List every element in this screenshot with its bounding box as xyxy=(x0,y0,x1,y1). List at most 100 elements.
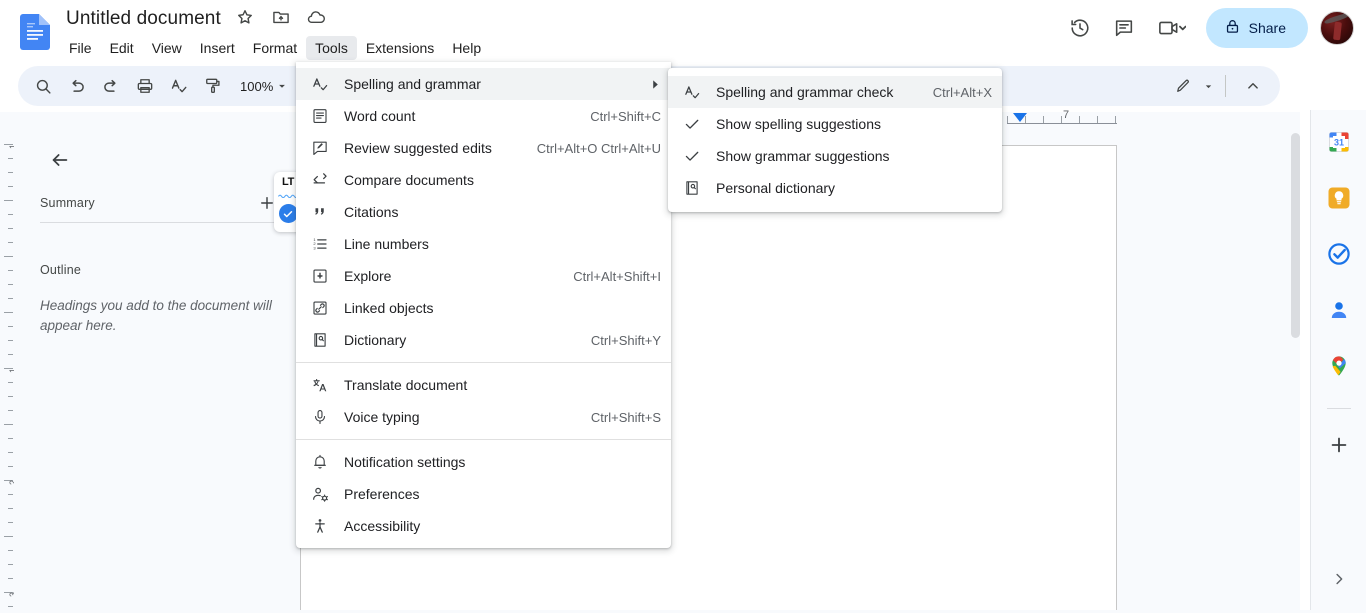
version-history-icon[interactable] xyxy=(1060,8,1100,48)
menu-tools[interactable]: Tools xyxy=(306,36,357,60)
collapse-toolbar-icon[interactable] xyxy=(1236,69,1270,103)
title-block: Untitled document xyxy=(62,6,337,32)
menu-item-label: Voice typing xyxy=(344,409,571,425)
zoom-value: 100% xyxy=(240,79,273,94)
account-avatar[interactable] xyxy=(1320,11,1354,45)
rail-divider xyxy=(1327,408,1351,409)
menu-item-linked-objects[interactable]: Linked objects xyxy=(296,292,671,324)
translate-icon xyxy=(308,373,332,397)
menu-separator xyxy=(296,362,671,363)
checkmark-icon xyxy=(680,144,704,168)
menu-item-preferences[interactable]: Preferences xyxy=(296,478,671,510)
menu-item-label: Citations xyxy=(344,204,661,220)
zoom-control[interactable]: 100% xyxy=(230,71,293,101)
menu-item-label: Word count xyxy=(344,108,570,124)
menu-item-label: Preferences xyxy=(344,486,661,502)
menu-item-notification-settings[interactable]: Notification settings xyxy=(296,446,671,478)
menu-edit[interactable]: Edit xyxy=(101,36,143,60)
google-tasks-icon[interactable] xyxy=(1319,234,1359,274)
menu-item-translate-document[interactable]: Translate document xyxy=(296,369,671,401)
toolbar-divider xyxy=(1225,75,1226,97)
submenu-item-shortcut: Ctrl+Alt+X xyxy=(933,85,992,100)
bell-icon xyxy=(308,450,332,474)
ruler-track xyxy=(1007,123,1117,124)
menu-item-label: Translate document xyxy=(344,377,661,393)
menu-view[interactable]: View xyxy=(143,36,191,60)
indent-marker-icon[interactable] xyxy=(1013,113,1027,122)
microphone-icon xyxy=(308,405,332,429)
menu-extensions[interactable]: Extensions xyxy=(357,36,443,60)
menu-item-accessibility[interactable]: Accessibility xyxy=(296,510,671,542)
menu-item-line-numbers[interactable]: 1 2 3 Line numbers xyxy=(296,228,671,260)
undo-icon[interactable] xyxy=(60,69,94,103)
spellcheck-icon xyxy=(308,72,332,96)
menu-item-review-suggested-edits[interactable]: Review suggested edits Ctrl+Alt+O Ctrl+A… xyxy=(296,132,671,164)
outline-label: Outline xyxy=(40,263,81,277)
add-on-plus-icon[interactable] xyxy=(1319,425,1359,465)
submenu-item-label: Personal dictionary xyxy=(716,180,992,196)
top-bar: Untitled document File Edit Vie xyxy=(0,0,1366,62)
submenu-item-spelling-and-grammar-check[interactable]: Spelling and grammar check Ctrl+Alt+X xyxy=(668,76,1002,108)
summary-divider xyxy=(40,222,280,223)
menu-item-dictionary[interactable]: Dictionary Ctrl+Shift+Y xyxy=(296,324,671,356)
spellcheck-icon xyxy=(680,80,704,104)
search-icon[interactable] xyxy=(26,69,60,103)
menu-item-label: Dictionary xyxy=(344,332,571,348)
menu-item-label: Linked objects xyxy=(344,300,661,316)
cloud-saved-icon[interactable] xyxy=(306,7,332,33)
vertical-scrollbar[interactable] xyxy=(1291,133,1300,338)
menu-help[interactable]: Help xyxy=(443,36,490,60)
submenu-item-label: Show grammar suggestions xyxy=(716,148,992,164)
menu-item-spelling-and-grammar[interactable]: Spelling and grammar xyxy=(296,68,671,100)
submenu-item-personal-dictionary[interactable]: Personal dictionary xyxy=(668,172,1002,204)
menu-item-explore[interactable]: Explore Ctrl+Alt+Shift+I xyxy=(296,260,671,292)
share-button[interactable]: Share xyxy=(1206,8,1308,48)
redo-icon[interactable] xyxy=(94,69,128,103)
menu-insert[interactable]: Insert xyxy=(191,36,244,60)
google-contacts-icon[interactable] xyxy=(1319,290,1359,330)
submenu-item-show-grammar-suggestions[interactable]: Show grammar suggestions xyxy=(668,140,1002,172)
vertical-ruler[interactable]: 1 1 2 3 xyxy=(0,130,14,613)
star-icon[interactable] xyxy=(235,7,261,33)
document-title[interactable]: Untitled document xyxy=(62,6,225,32)
menu-item-label: Compare documents xyxy=(344,172,661,188)
menu-item-shortcut: Ctrl+Alt+Shift+I xyxy=(573,269,661,284)
menu-item-label: Review suggested edits xyxy=(344,140,517,156)
chevron-down-icon xyxy=(275,79,289,93)
menu-item-citations[interactable]: Citations xyxy=(296,196,671,228)
word-count-icon xyxy=(308,104,332,128)
print-icon[interactable] xyxy=(128,69,162,103)
google-docs-logo-icon[interactable] xyxy=(20,14,50,50)
menu-file[interactable]: File xyxy=(60,36,101,60)
dictionary-icon xyxy=(680,176,704,200)
menu-format[interactable]: Format xyxy=(244,36,306,60)
google-maps-icon[interactable] xyxy=(1319,346,1359,386)
menu-item-label: Spelling and grammar xyxy=(344,76,636,92)
menu-item-compare-documents[interactable]: Compare documents xyxy=(296,164,671,196)
comment-history-icon[interactable] xyxy=(1104,8,1144,48)
spelling-submenu-popup: Spelling and grammar check Ctrl+Alt+X Sh… xyxy=(668,68,1002,212)
tools-menu-popup: Spelling and grammar Word count Ctrl+Shi… xyxy=(296,62,671,548)
outline-empty-text: Headings you add to the document will ap… xyxy=(40,296,280,336)
editing-mode-chevron-icon[interactable] xyxy=(1202,80,1215,93)
title-action-icons xyxy=(235,6,337,32)
meet-video-icon[interactable] xyxy=(1148,8,1196,48)
expand-panel-chevron-icon[interactable] xyxy=(1321,561,1357,597)
linked-objects-icon xyxy=(308,296,332,320)
submenu-item-show-spelling-suggestions[interactable]: Show spelling suggestions xyxy=(668,108,1002,140)
menu-separator xyxy=(296,439,671,440)
google-keep-icon[interactable] xyxy=(1319,178,1359,218)
submenu-item-label: Show spelling suggestions xyxy=(716,116,992,132)
squiggle-underline-icon xyxy=(278,194,298,198)
paint-format-icon[interactable] xyxy=(196,69,230,103)
menu-item-word-count[interactable]: Word count Ctrl+Shift+C xyxy=(296,100,671,132)
person-gear-icon xyxy=(308,482,332,506)
languagetool-logo: LT xyxy=(282,177,294,188)
editing-mode-icon[interactable] xyxy=(1166,69,1200,103)
spelling-check-icon[interactable] xyxy=(162,69,196,103)
menu-item-label: Explore xyxy=(344,268,553,284)
google-calendar-icon[interactable]: 31 xyxy=(1319,122,1359,162)
back-arrow-icon[interactable] xyxy=(42,142,78,178)
move-to-folder-icon[interactable] xyxy=(271,7,297,33)
menu-item-voice-typing[interactable]: Voice typing Ctrl+Shift+S xyxy=(296,401,671,433)
